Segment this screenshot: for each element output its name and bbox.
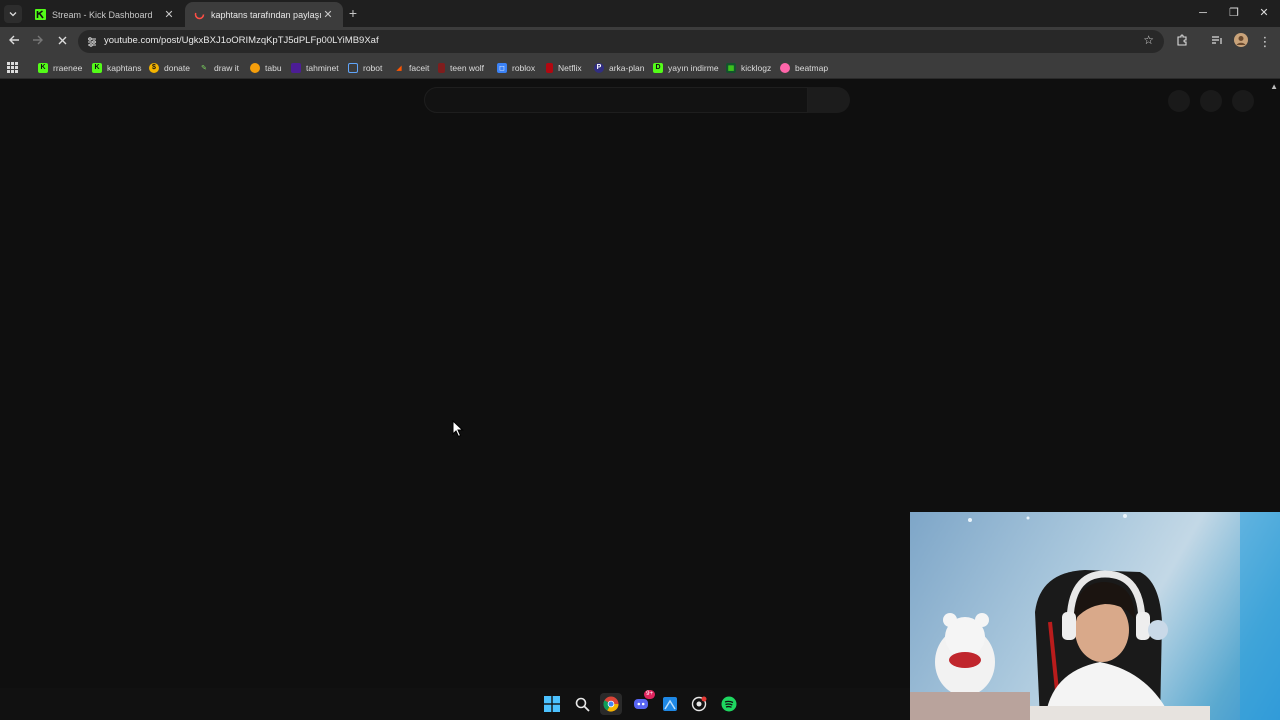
kick-icon: K bbox=[92, 62, 102, 73]
bookmark-label: arka-plan bbox=[609, 62, 645, 73]
draw-icon: ✎ bbox=[201, 64, 207, 72]
bookmark-beatmap[interactable]: beatmap bbox=[780, 60, 828, 75]
teen-wolf-icon bbox=[438, 62, 445, 73]
placeholder-circle bbox=[1200, 90, 1222, 112]
forward-button[interactable] bbox=[29, 33, 47, 51]
close-icon bbox=[58, 36, 66, 45]
bookmark-roblox[interactable]: ◻ roblox bbox=[497, 60, 535, 75]
bookmark-label: beatmap bbox=[795, 62, 829, 73]
roblox-icon: ◻ bbox=[497, 62, 507, 73]
bookmark-faceit[interactable]: ◢ faceit bbox=[394, 60, 429, 75]
bookmark-yayin-indirme[interactable]: D yayın indirme bbox=[653, 60, 719, 75]
youtube-loading-icon bbox=[193, 9, 205, 21]
stop-loading-button[interactable] bbox=[53, 33, 71, 51]
bookmarks-bar: K rraenee K kaphtans $ donate ✎ draw it … bbox=[0, 56, 1280, 79]
menu-kebab-icon[interactable]: ⋮ bbox=[1256, 33, 1274, 51]
faceit-icon: ◢ bbox=[396, 64, 402, 72]
bookmark-label: donate bbox=[164, 62, 190, 73]
bookmark-tahminet[interactable]: tahminet bbox=[291, 60, 339, 75]
bookmark-label: faceit bbox=[409, 62, 430, 73]
bookmark-teen-wolf[interactable]: teen wolf bbox=[438, 60, 484, 75]
puzzle-icon bbox=[1177, 34, 1187, 46]
address-bar[interactable]: youtube.com/post/UgkxBXJ1oORIMzqKpTJ5dPL… bbox=[78, 30, 1164, 53]
discord-icon[interactable]: 9+ bbox=[630, 690, 655, 715]
bookmark-label: kaphtans bbox=[107, 62, 142, 73]
bookmark-label: teen wolf bbox=[450, 62, 485, 73]
taskbar: 9+ bbox=[0, 688, 910, 720]
scroll-up-icon[interactable]: ▲ bbox=[1270, 82, 1278, 91]
osu-icon bbox=[780, 62, 790, 73]
search-input-skeleton[interactable] bbox=[424, 87, 808, 113]
webcam-overlay bbox=[910, 512, 1280, 720]
bookmark-label: yayın indirme bbox=[668, 62, 719, 73]
forward-arrow-icon bbox=[33, 35, 43, 45]
extensions-button[interactable] bbox=[1173, 33, 1191, 51]
tab-title: kaphtans tarafından paylaşılan bbox=[211, 9, 321, 20]
chevron-down-icon bbox=[9, 12, 17, 17]
bookmark-label: draw it bbox=[214, 62, 240, 73]
chrome-icon[interactable] bbox=[600, 693, 622, 715]
download-icon: D bbox=[653, 62, 663, 73]
bookmark-label: rraenee bbox=[53, 62, 83, 73]
close-icon[interactable]: ✕ bbox=[321, 8, 335, 22]
restore-button[interactable]: ❐ bbox=[1220, 4, 1248, 22]
kick-icon bbox=[34, 9, 46, 21]
bookmark-label: robot bbox=[363, 62, 383, 73]
bookmark-label: tahminet bbox=[306, 62, 339, 73]
bookmark-robot[interactable]: robot bbox=[348, 60, 382, 75]
bookmark-rraenee[interactable]: K rraenee bbox=[38, 60, 82, 75]
app-icon[interactable] bbox=[659, 693, 681, 715]
media-control-button[interactable] bbox=[1208, 33, 1226, 51]
netflix-icon bbox=[546, 62, 553, 73]
new-tab-button[interactable]: + bbox=[345, 5, 361, 21]
bookmark-label: roblox bbox=[512, 62, 536, 73]
osu-icon[interactable] bbox=[688, 693, 710, 715]
kicklogz-icon: ▦ bbox=[726, 62, 736, 73]
profile-avatar[interactable] bbox=[1232, 33, 1250, 51]
bookmark-label: tabu bbox=[265, 62, 282, 73]
bookmark-donate[interactable]: $ donate bbox=[149, 60, 190, 75]
bookmark-label: Netflix bbox=[558, 62, 582, 73]
bookmark-kaphtans[interactable]: K kaphtans bbox=[92, 60, 142, 75]
tahminet-icon bbox=[291, 62, 301, 73]
back-button[interactable] bbox=[5, 33, 23, 51]
windows-start-icon[interactable] bbox=[541, 693, 563, 715]
donate-icon: $ bbox=[149, 62, 159, 73]
url-text[interactable]: youtube.com/post/UgkxBXJ1oORIMzqKpTJ5dPL… bbox=[104, 35, 379, 46]
minimize-button[interactable]: ─ bbox=[1189, 4, 1217, 22]
browser-toolbar: youtube.com/post/UgkxBXJ1oORIMzqKpTJ5dPL… bbox=[0, 27, 1280, 56]
bookmark-kicklogz[interactable]: ▦ kicklogz bbox=[726, 60, 771, 75]
bookmark-netflix[interactable]: Netflix bbox=[546, 60, 582, 75]
arka-plan-icon: P bbox=[594, 62, 604, 73]
placeholder-circle bbox=[1232, 90, 1254, 112]
bookmark-star-icon[interactable]: ☆ bbox=[1143, 33, 1154, 47]
close-icon[interactable]: ✕ bbox=[162, 8, 176, 22]
tab-title: Stream - Kick Dashboard bbox=[52, 9, 153, 20]
site-info-icon[interactable] bbox=[86, 35, 98, 47]
placeholder-circle bbox=[1168, 90, 1190, 112]
search-button-skeleton[interactable] bbox=[808, 87, 850, 113]
discord-badge: 9+ bbox=[644, 690, 655, 699]
back-arrow-icon bbox=[9, 35, 19, 45]
apps-grid-icon[interactable] bbox=[7, 60, 18, 75]
tab-youtube-post[interactable]: kaphtans tarafından paylaşılan ✕ bbox=[185, 2, 343, 27]
media-queue-icon bbox=[1212, 36, 1222, 44]
bookmark-label: kicklogz bbox=[741, 62, 772, 73]
tab-search-button[interactable] bbox=[4, 5, 22, 23]
kick-icon: K bbox=[38, 62, 48, 73]
close-window-button[interactable]: ✕ bbox=[1250, 4, 1278, 22]
tab-kick-dashboard[interactable]: Stream - Kick Dashboard ✕ bbox=[26, 2, 184, 27]
mouse-cursor-icon bbox=[452, 420, 464, 438]
robot-icon bbox=[348, 62, 358, 73]
search-icon[interactable] bbox=[571, 693, 593, 715]
spotify-icon[interactable] bbox=[718, 693, 740, 715]
tabu-icon bbox=[250, 62, 260, 73]
bookmark-draw-it[interactable]: ✎ draw it bbox=[199, 60, 239, 75]
bookmark-arka-plan[interactable]: P arka-plan bbox=[594, 60, 644, 75]
bookmark-tabu[interactable]: tabu bbox=[250, 60, 282, 75]
tab-strip: Stream - Kick Dashboard ✕ kaphtans taraf… bbox=[0, 0, 1280, 27]
